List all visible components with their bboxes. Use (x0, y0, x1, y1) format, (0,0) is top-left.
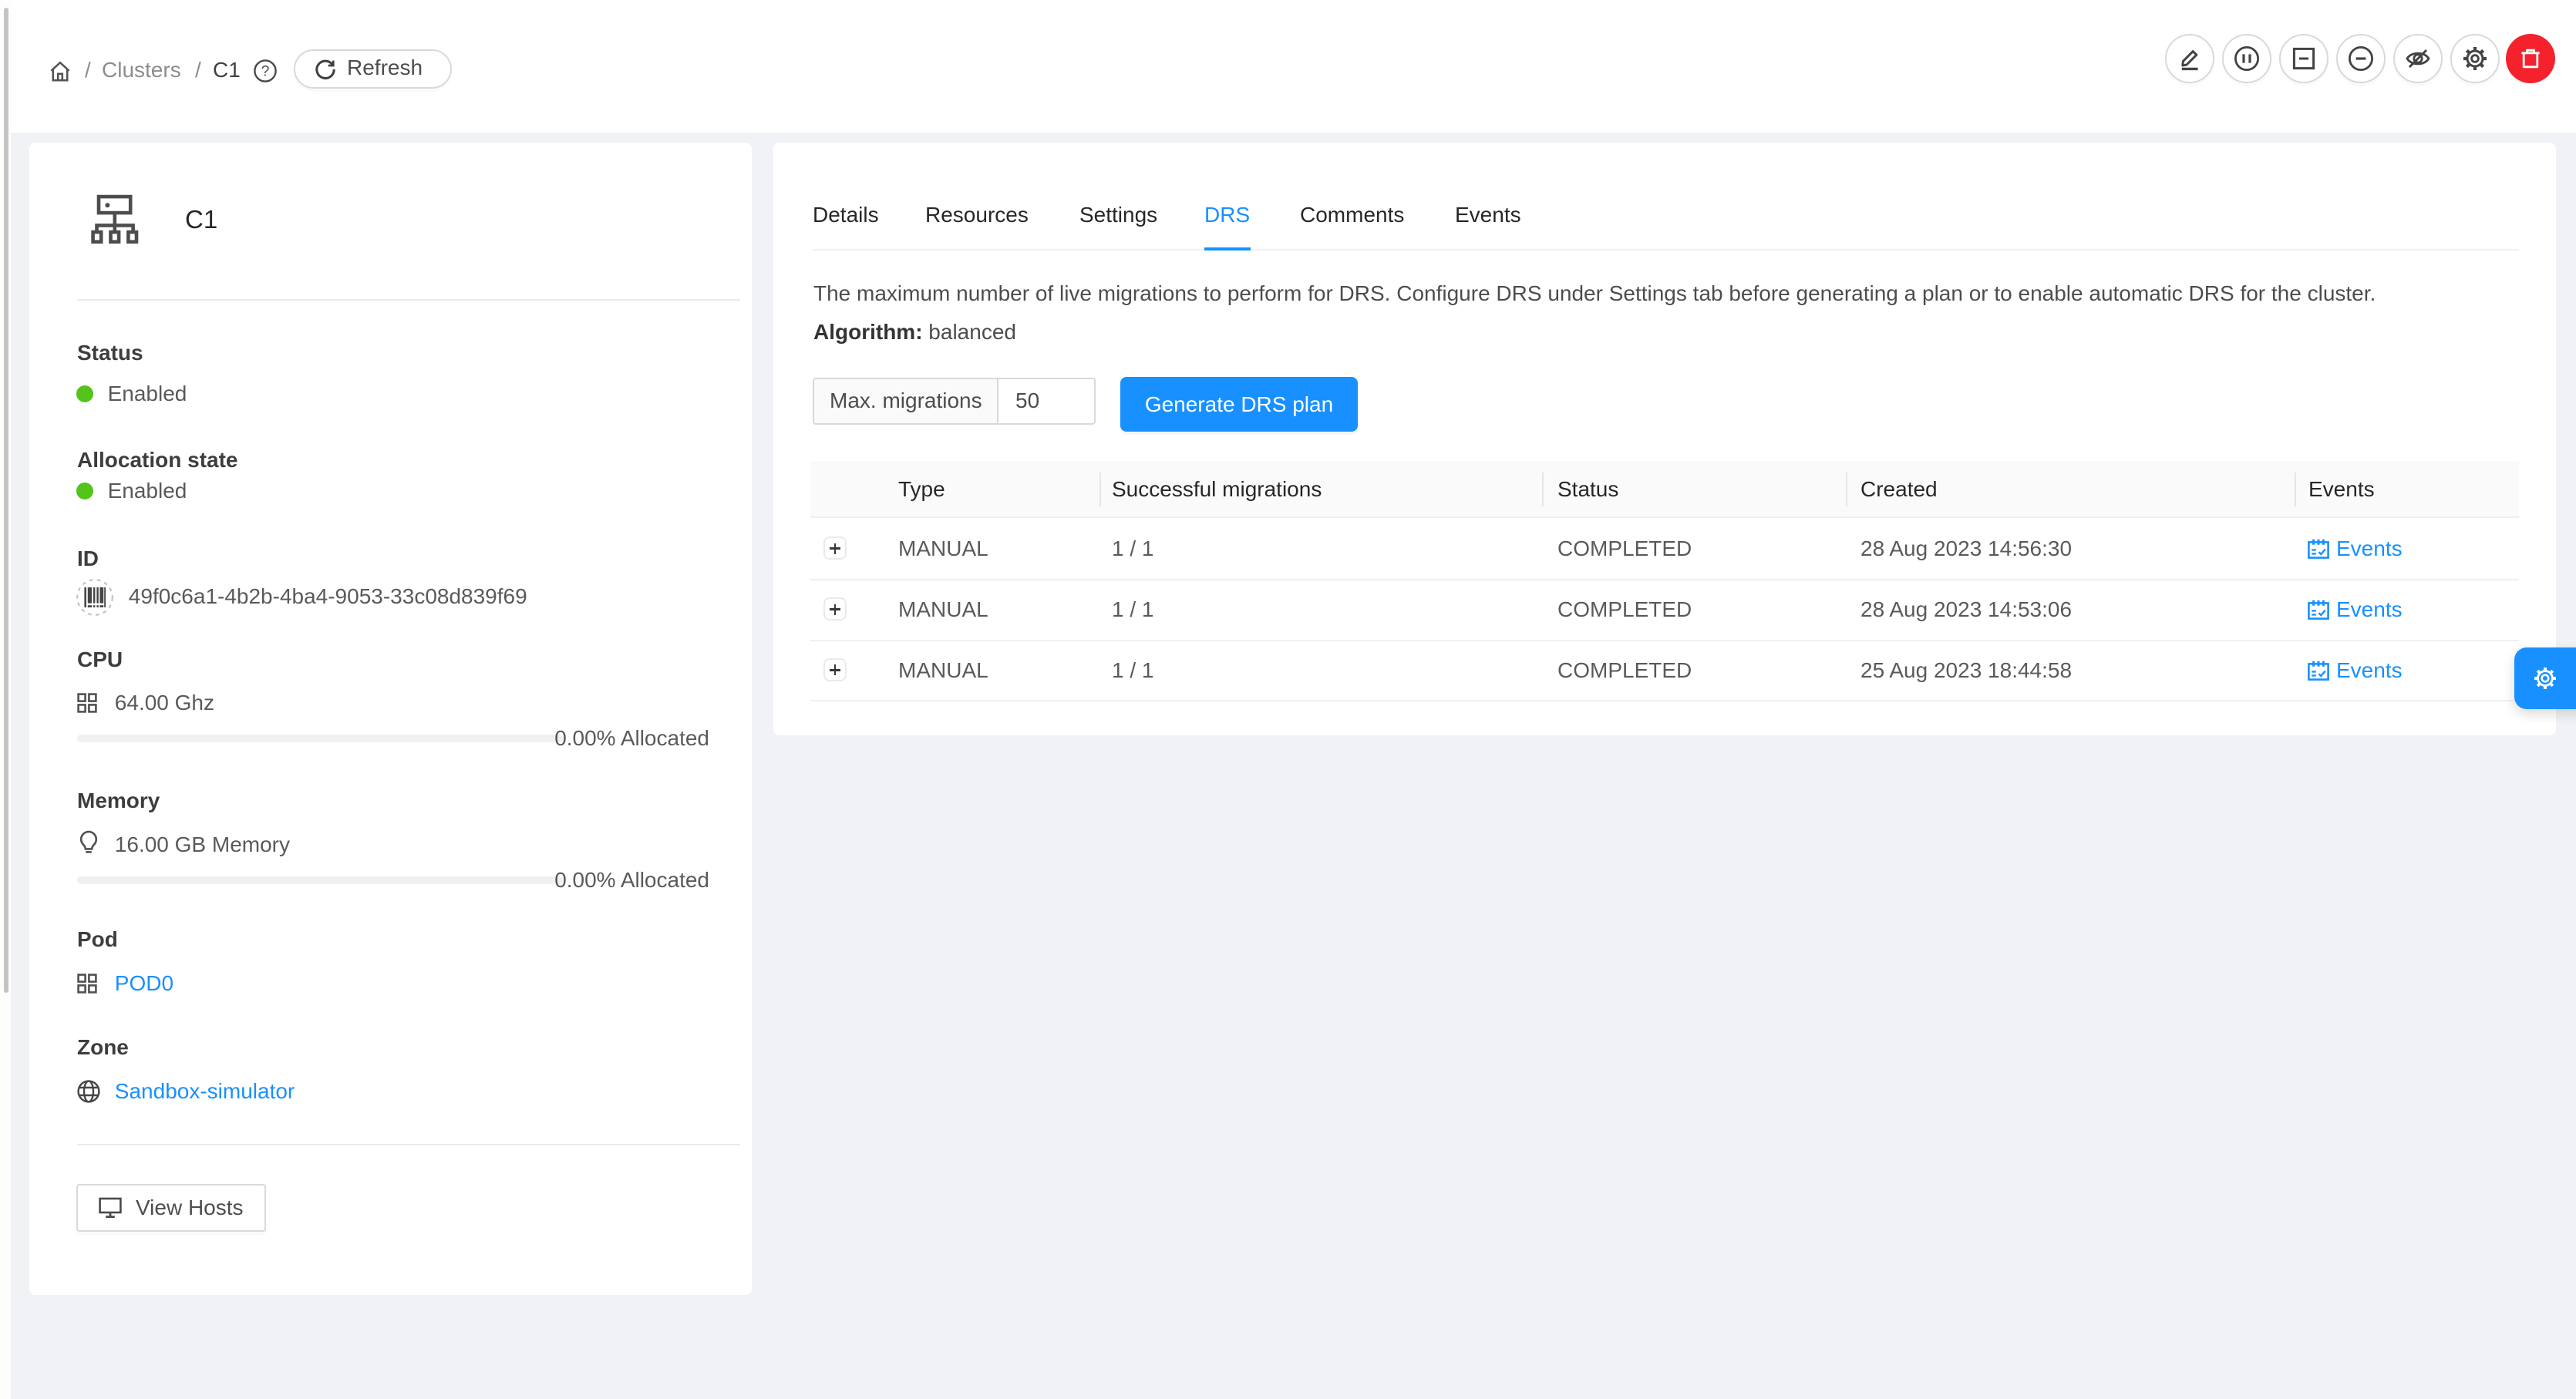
svg-text:?: ? (261, 64, 270, 80)
